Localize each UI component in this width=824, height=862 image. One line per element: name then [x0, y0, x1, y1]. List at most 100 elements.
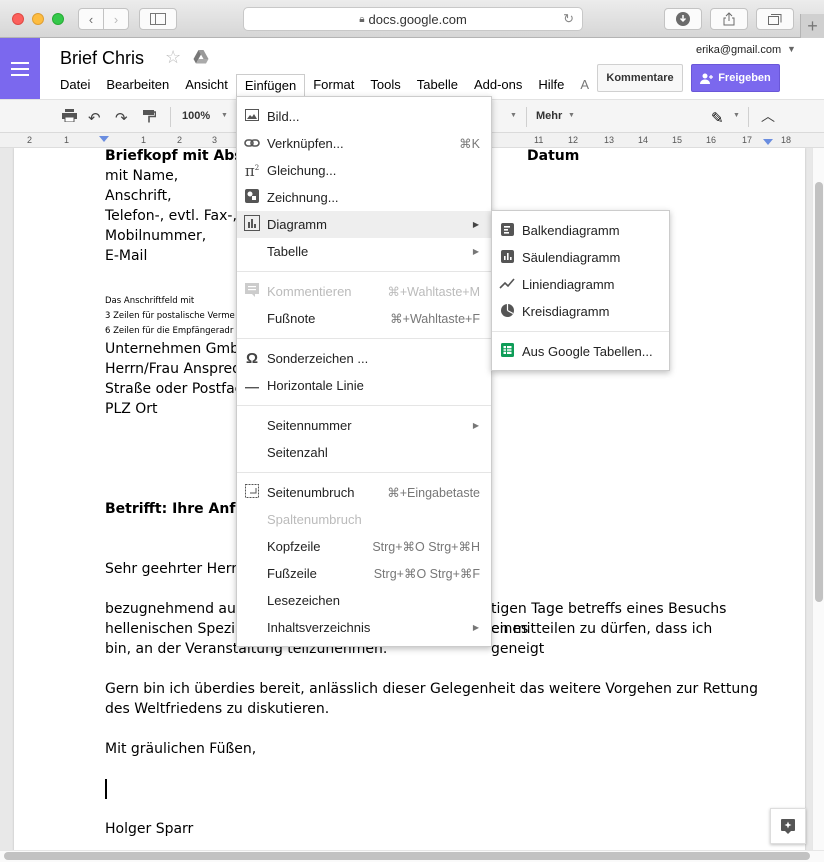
ruler-number: 14: [638, 135, 649, 145]
menu-item-label: Zeichnung...: [267, 190, 339, 205]
ruler-number: 15: [672, 135, 683, 145]
paragraph: Gern bin ich überdies bereit, anlässlich…: [105, 681, 759, 717]
menu-separator: [237, 271, 491, 272]
document-title[interactable]: Brief Chris: [60, 48, 144, 69]
menu-bearbeiten[interactable]: Bearbeiten: [98, 74, 177, 96]
more-dropdown-icon[interactable]: ▼: [568, 112, 575, 119]
menu-tabelle[interactable]: Tabelle: [409, 74, 466, 96]
menu-item-label: Kommentieren: [267, 284, 352, 299]
menu-item-inhaltsverzeichnis[interactable]: Inhaltsverzeichnis ▶: [237, 614, 491, 641]
vertical-scrollbar-thumb[interactable]: [815, 182, 823, 602]
menu-item-fusszeile[interactable]: Fußzeile Strg+⌘O Strg+⌘F: [237, 560, 491, 587]
zoom-select[interactable]: 100%: [182, 110, 210, 122]
menu-addons[interactable]: Add-ons: [466, 74, 530, 96]
submenu-item-saeulendiagramm[interactable]: Säulendiagramm: [492, 244, 669, 271]
edit-mode-dropdown-icon[interactable]: ▼: [733, 112, 740, 119]
menu-format[interactable]: Format: [305, 74, 362, 96]
drive-folder-icon[interactable]: [193, 49, 209, 65]
submenu-item-kreisdiagramm[interactable]: Kreisdiagramm: [492, 298, 669, 325]
menu-item-diagramm[interactable]: Diagramm ▶: [237, 211, 491, 238]
comments-button[interactable]: Kommentare: [597, 64, 683, 92]
account-email[interactable]: erika@gmail.com: [696, 44, 781, 56]
menu-item-spaltenumbruch: Spaltenumbruch: [237, 506, 491, 533]
menu-item-fussnote[interactable]: Fußnote ⌘+Wahltaste+F: [237, 305, 491, 332]
menu-hilfe[interactable]: Hilfe: [530, 74, 572, 96]
downloads-button[interactable]: [664, 8, 702, 30]
menu-separator: [237, 338, 491, 339]
paint-format-icon[interactable]: [142, 109, 157, 126]
menu-item-shortcut: ⌘+Wahltaste+M: [387, 285, 480, 299]
forward-button[interactable]: ›: [103, 8, 129, 30]
share-page-button[interactable]: [710, 8, 748, 30]
letterhead-heading: Briefkopf mit Abse: [105, 148, 253, 164]
menu-tools[interactable]: Tools: [362, 74, 408, 96]
print-icon[interactable]: [62, 109, 77, 125]
menu-item-label: Liniendiagramm: [522, 277, 615, 292]
redo-icon[interactable]: ↷: [115, 109, 128, 127]
ruler-number: 12: [568, 135, 579, 145]
menu-item-label: Spaltenumbruch: [267, 512, 362, 527]
undo-icon[interactable]: ↶: [88, 109, 101, 127]
submenu-arrow-icon: ▶: [472, 247, 479, 256]
plus-icon: +: [807, 15, 818, 36]
menu-item-bild[interactable]: Bild...: [237, 103, 491, 130]
close-window-button[interactable]: [12, 13, 24, 25]
menu-item-seitenzahl[interactable]: Seitenzahl: [237, 439, 491, 466]
reload-icon[interactable]: ↻: [563, 11, 574, 27]
left-indent-marker[interactable]: [99, 136, 109, 142]
right-indent-marker[interactable]: [763, 139, 773, 145]
star-icon[interactable]: ☆: [165, 47, 181, 68]
menu-einfuegen[interactable]: Einfügen: [235, 74, 306, 98]
menu-item-label: Seitenzahl: [267, 445, 328, 460]
menu-datei[interactable]: Datei: [52, 74, 98, 96]
menu-truncated[interactable]: A: [572, 74, 597, 96]
tabs-overview-button[interactable]: [756, 8, 794, 30]
menu-item-kopfzeile[interactable]: Kopfzeile Strg+⌘O Strg+⌘H: [237, 533, 491, 560]
signature: Holger Sparr: [105, 821, 194, 837]
menu-item-gleichung[interactable]: π2 Gleichung...: [237, 157, 491, 184]
new-tab-button[interactable]: +: [800, 14, 824, 38]
menu-item-seitenumbruch[interactable]: Seitenumbruch ⌘+Eingabetaste: [237, 479, 491, 506]
sidebar-toggle-button[interactable]: [139, 8, 177, 30]
ruler-number: 3: [212, 135, 218, 145]
font-size-dropdown-icon[interactable]: ▼: [510, 112, 517, 119]
menu-item-sonderzeichen[interactable]: Ω Sonderzeichen ...: [237, 345, 491, 372]
zoom-window-button[interactable]: [52, 13, 64, 25]
share-button[interactable]: Freigeben: [691, 64, 780, 92]
menu-item-label: Inhaltsverzeichnis: [267, 620, 371, 635]
submenu-item-liniendiagramm[interactable]: Liniendiagramm: [492, 271, 669, 298]
submenu-item-aus-google-tabellen[interactable]: Aus Google Tabellen...: [492, 338, 669, 365]
menu-item-tabelle[interactable]: Tabelle ▶: [237, 238, 491, 265]
pagebreak-icon: [243, 484, 261, 501]
address-bar[interactable]: 🔒︎ docs.google.com ↻: [243, 7, 583, 31]
pi-icon: π2: [244, 161, 260, 180]
back-button[interactable]: ‹: [78, 8, 104, 30]
menu-item-seitennummer[interactable]: Seitennummer ▶: [237, 412, 491, 439]
menu-item-label: Bild...: [267, 109, 300, 124]
zoom-dropdown-icon[interactable]: ▼: [221, 112, 228, 119]
menu-item-verknuepfen[interactable]: Verknüpfen... ⌘K: [237, 130, 491, 157]
explore-button[interactable]: [770, 808, 806, 844]
bar-chart-icon: [498, 222, 516, 239]
minimize-window-button[interactable]: [32, 13, 44, 25]
horizontal-scrollbar-thumb[interactable]: [4, 852, 810, 860]
menu-item-horizontale-linie[interactable]: Horizontale Linie: [237, 372, 491, 399]
menu-item-kommentieren: Kommentieren ⌘+Wahltaste+M: [237, 278, 491, 305]
menu-item-lesezeichen[interactable]: Lesezeichen: [237, 587, 491, 614]
docs-logo-icon[interactable]: [0, 38, 40, 99]
edit-mode-pencil-icon[interactable]: ✎: [711, 109, 724, 127]
menu-item-zeichnung[interactable]: Zeichnung...: [237, 184, 491, 211]
chevron-down-icon[interactable]: ▼: [787, 44, 796, 54]
ruler-number: 2: [27, 135, 33, 145]
more-button[interactable]: Mehr: [536, 110, 562, 122]
submenu-item-balkendiagramm[interactable]: Balkendiagramm: [492, 217, 669, 244]
menu-item-label: Kreisdiagramm: [522, 304, 610, 319]
docs-header: Brief Chris ☆ Datei Bearbeiten Ansicht E…: [0, 38, 824, 99]
menu-item-label: Sonderzeichen ...: [267, 351, 369, 366]
submenu-arrow-icon: ▶: [472, 623, 479, 632]
lock-icon: 🔒︎: [359, 13, 365, 25]
collapse-toolbar-icon[interactable]: ︿: [761, 106, 775, 126]
paragraph-line: en mitteilen zu dürfen, dass ich geneigt: [491, 621, 713, 657]
chart-icon: [243, 215, 261, 234]
menu-ansicht[interactable]: Ansicht: [177, 74, 236, 96]
